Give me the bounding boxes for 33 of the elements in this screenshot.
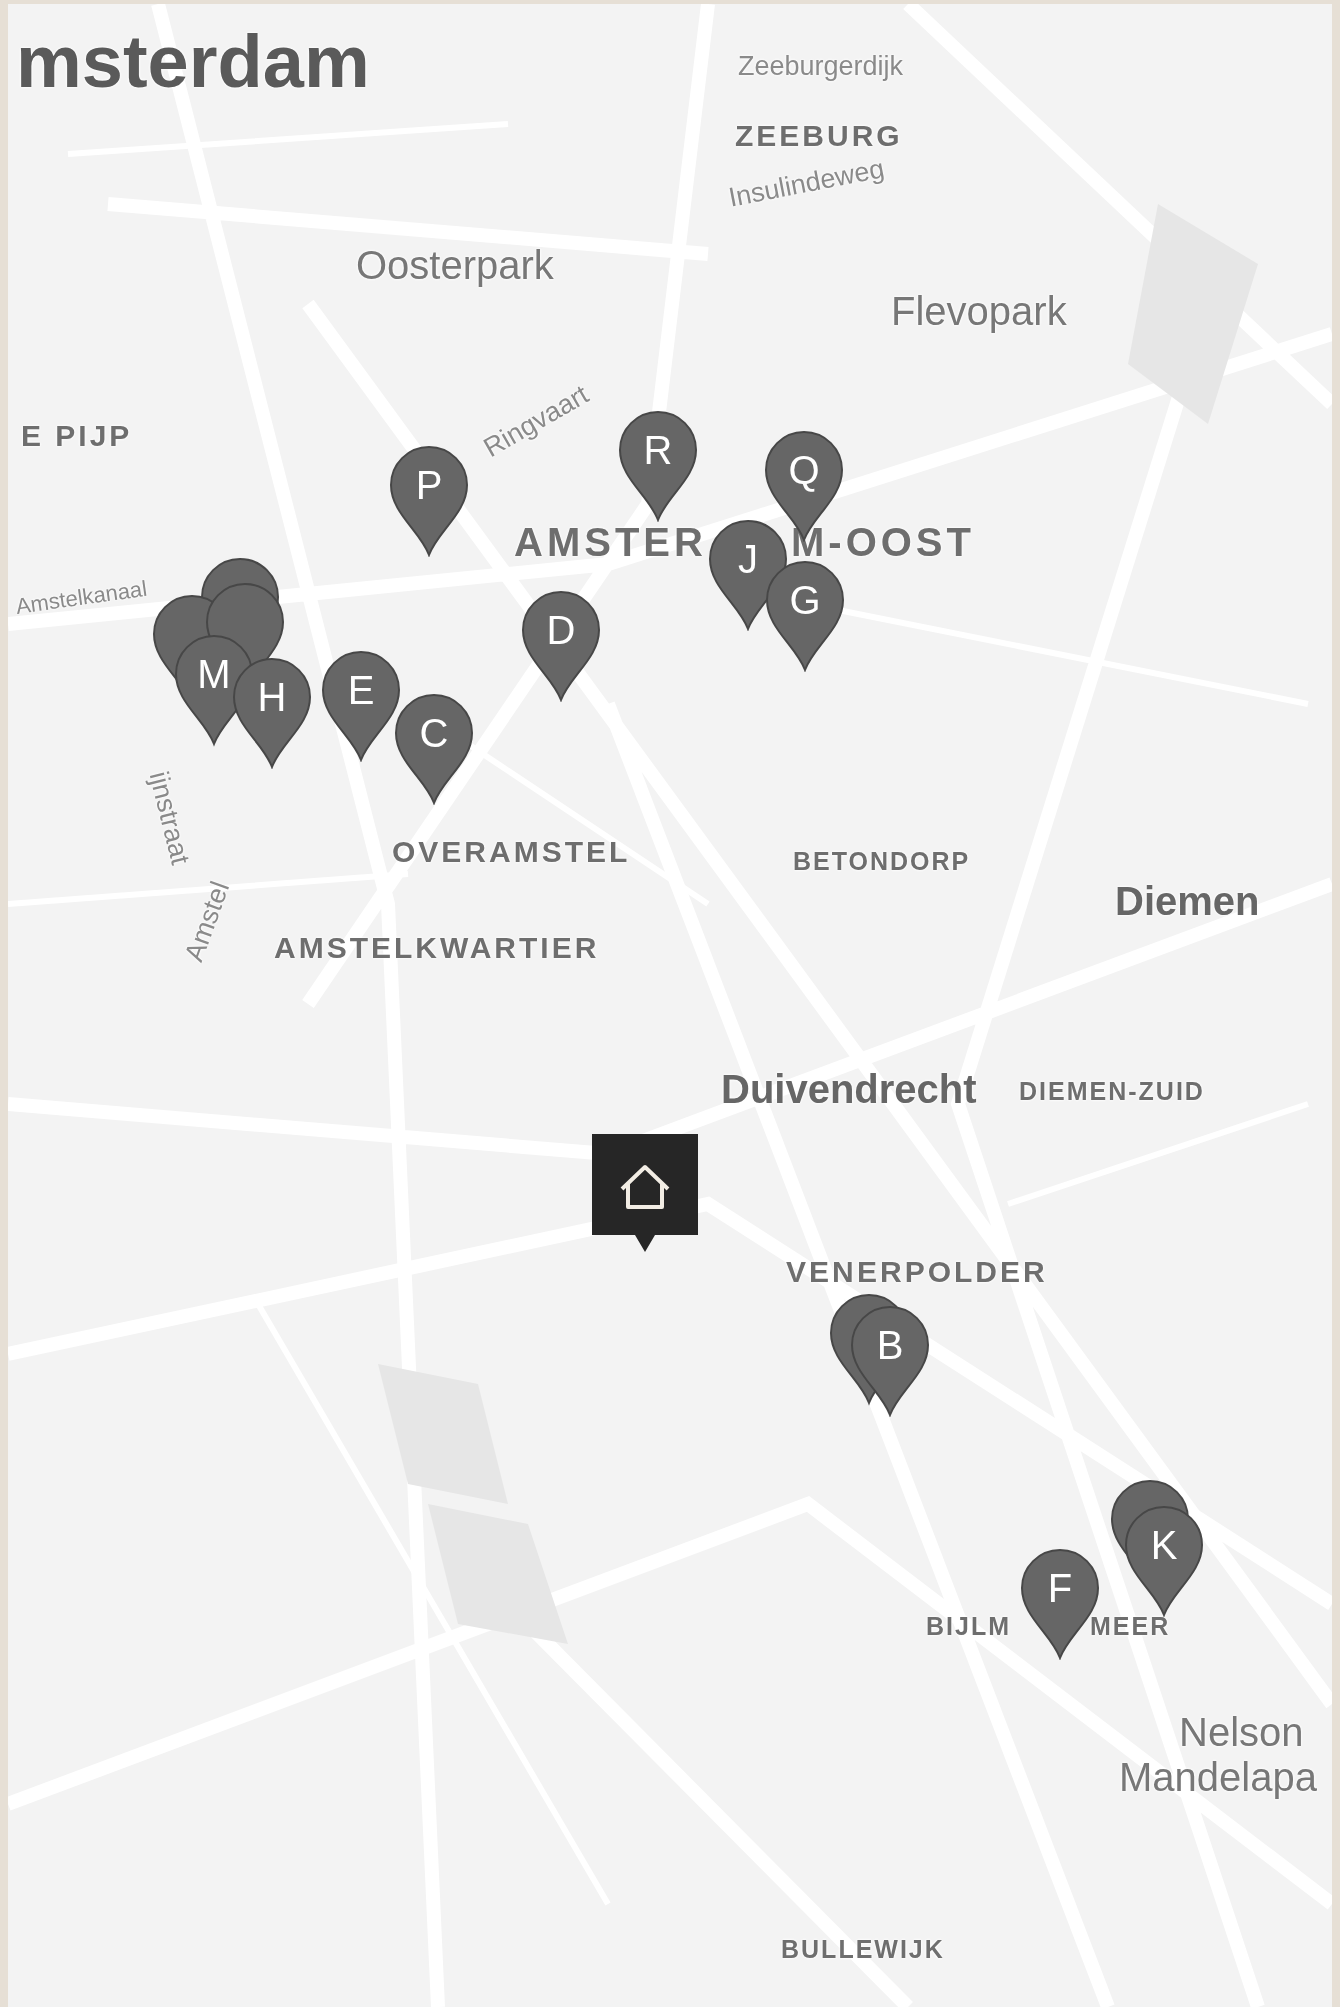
- town-label: Diemen: [1115, 878, 1260, 925]
- city-label: msterdam: [16, 19, 370, 105]
- district-label: BETONDORP: [793, 846, 971, 876]
- street-label: Amstelkanaal: [14, 575, 149, 621]
- map-pin[interactable]: D: [521, 590, 601, 702]
- map-pin-cluster[interactable]: M H: [152, 557, 312, 769]
- district-label: DIEMEN-ZUID: [1019, 1076, 1205, 1106]
- district-label: BULLEWIJK: [781, 1934, 945, 1964]
- street-label: Amstel: [177, 877, 237, 966]
- map-pin[interactable]: P: [389, 445, 469, 557]
- district-label: OVERAMSTEL: [392, 834, 631, 870]
- district-label: E PIJP: [21, 418, 133, 454]
- map-pin[interactable]: C: [394, 693, 474, 805]
- district-label: ZEEBURG: [735, 118, 903, 154]
- district-label: ERPOLDER: [857, 1254, 1048, 1290]
- street-label: Zeeburgerdijk: [738, 50, 904, 83]
- district-label: VEN: [786, 1254, 857, 1290]
- map-pin[interactable]: J: [708, 519, 788, 631]
- map-pin[interactable]: G: [765, 560, 845, 672]
- place-label: Flevopark: [891, 288, 1067, 335]
- place-label: Mandelapa: [1119, 1754, 1317, 1801]
- street-label: ijnstraat: [142, 768, 197, 868]
- place-label: Nelson: [1179, 1709, 1304, 1756]
- home-marker[interactable]: [592, 1134, 698, 1252]
- place-label: Oosterpark: [356, 242, 554, 289]
- map-pin[interactable]: E: [321, 650, 401, 762]
- map-background[interactable]: [8, 4, 1332, 2007]
- map-pin[interactable]: R: [618, 410, 698, 522]
- town-label: Duivendrecht: [721, 1066, 977, 1113]
- street-label: Insulindeweg: [725, 152, 887, 215]
- district-label: AMSTELKWARTIER: [274, 930, 600, 966]
- district-label: BIJLM: [926, 1611, 1011, 1641]
- district-label: AMSTER: [514, 519, 707, 566]
